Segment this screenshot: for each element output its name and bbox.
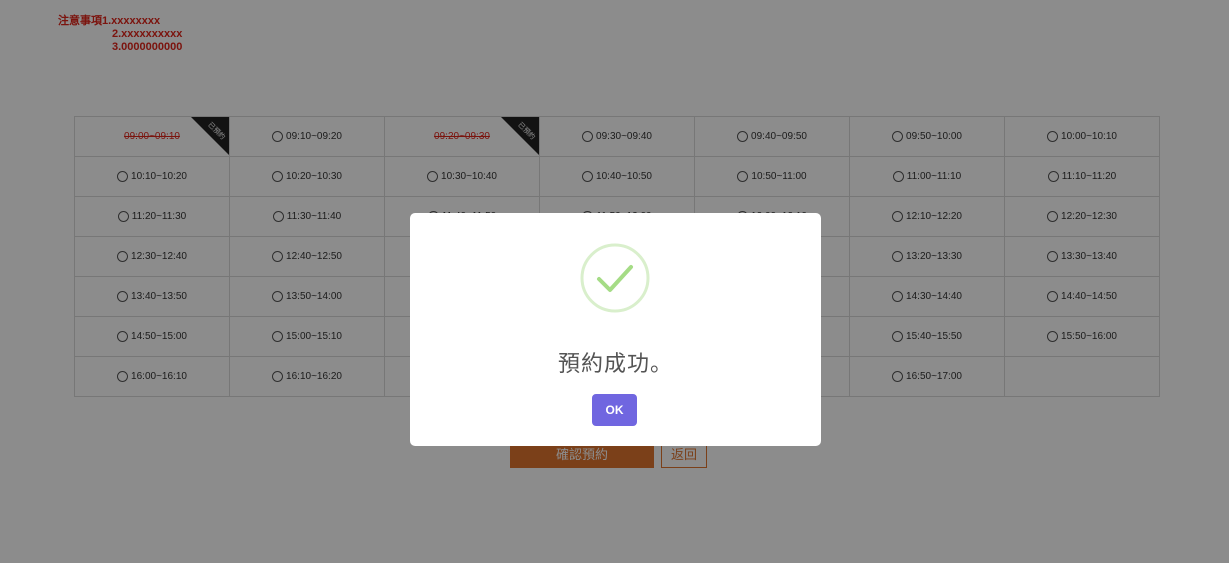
success-check-icon xyxy=(580,243,650,313)
ok-button[interactable]: OK xyxy=(592,394,637,426)
success-dialog: 預約成功。 OK xyxy=(410,213,821,446)
dialog-title: 預約成功。 xyxy=(557,351,673,376)
